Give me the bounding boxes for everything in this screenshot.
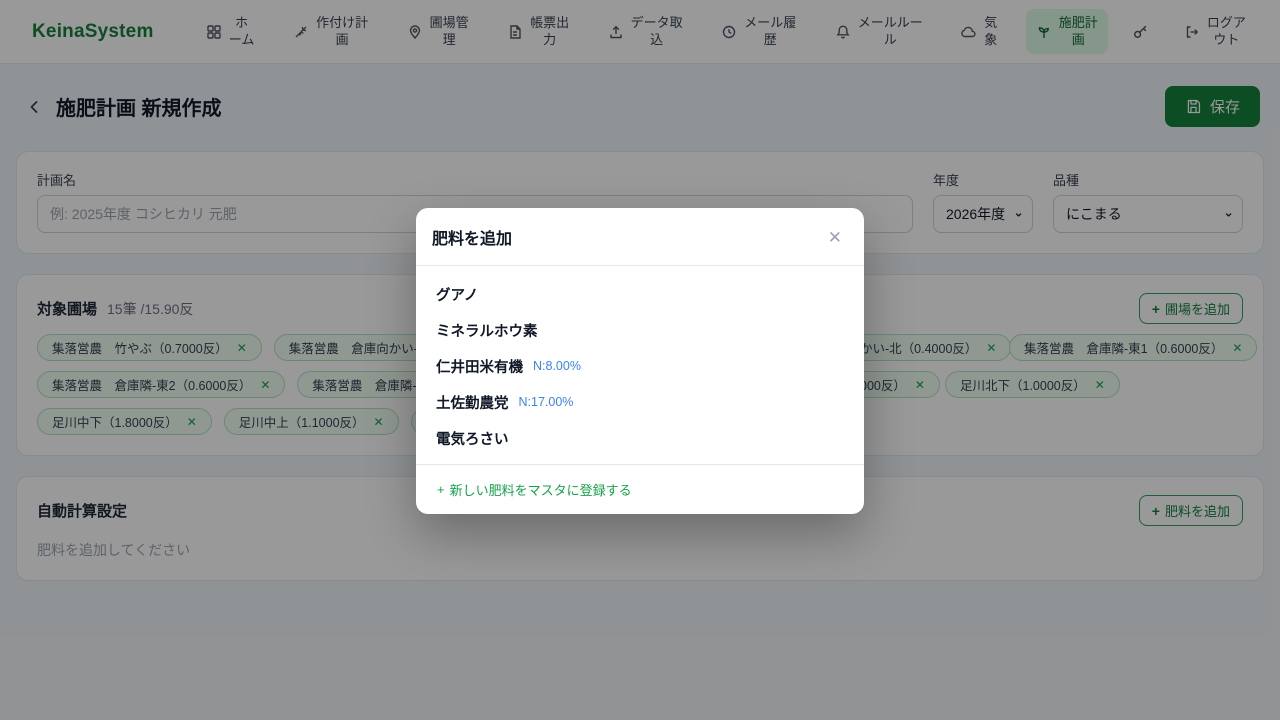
fertilizer-list-item[interactable]: 土佐勤農党 N:17.00%: [416, 384, 864, 420]
fertilizer-list-item[interactable]: ミネラルホウ素: [416, 312, 864, 348]
close-icon[interactable]: ✕: [822, 227, 848, 248]
n-percentage: N:8.00%: [533, 359, 581, 373]
register-new-fertilizer-link[interactable]: + 新しい肥料をマスタに登録する: [437, 480, 632, 499]
plus-icon: +: [437, 482, 445, 497]
fertilizer-list: グアノ ミネラルホウ素 仁井田米有機 N:8.00% 土佐勤農党 N:17.00…: [416, 266, 864, 464]
n-percentage: N:17.00%: [519, 395, 574, 409]
fertilizer-list-item[interactable]: グアノ: [416, 276, 864, 312]
modal-title: 肥料を追加: [432, 225, 512, 249]
fertilizer-list-item[interactable]: 仁井田米有機 N:8.00%: [416, 348, 864, 384]
fertilizer-list-item[interactable]: 電気ろさい: [416, 420, 864, 456]
add-fertilizer-modal: 肥料を追加 ✕ グアノ ミネラルホウ素 仁井田米有機 N:8.00% 土佐勤農党…: [416, 208, 864, 514]
